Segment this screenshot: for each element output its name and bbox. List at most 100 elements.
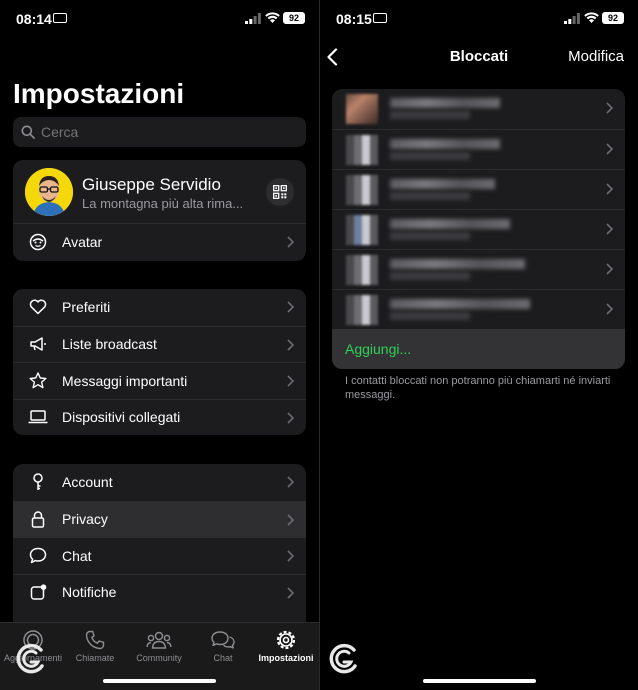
- contact-avatar-blurred: [346, 175, 378, 205]
- chevron-right-icon: [287, 236, 294, 248]
- contact-name-blurred: [390, 299, 530, 309]
- blocked-contact-row[interactable]: [332, 89, 625, 129]
- chats-icon: [192, 627, 254, 653]
- star-icon: [26, 372, 50, 389]
- lock-icon: [26, 511, 50, 528]
- blocked-contact-row[interactable]: [332, 249, 625, 289]
- settings-item-label: Avatar: [62, 233, 103, 250]
- tab-label: Chiamate: [75, 653, 115, 663]
- contact-subtitle-blurred: [390, 111, 470, 119]
- watermark-logo-icon: [329, 643, 357, 674]
- settings-group-2: Preferiti Liste broadcast Messaggi impor…: [13, 289, 306, 435]
- settings-item-label: Account: [62, 474, 113, 491]
- chevron-right-icon: [606, 102, 613, 114]
- status-bar: 08:15 92: [320, 10, 638, 30]
- watermark-logo-icon: [16, 643, 44, 674]
- contact-subtitle-blurred: [390, 152, 470, 160]
- tab-label: Impostazioni: [258, 653, 314, 663]
- search-icon: [21, 125, 35, 139]
- key-icon: [26, 473, 50, 491]
- qr-code-button[interactable]: [266, 178, 294, 206]
- notification-icon: [26, 584, 50, 601]
- screen-mirroring-icon: [373, 13, 387, 23]
- contact-avatar-blurred: [346, 94, 378, 124]
- blocked-contact-row[interactable]: [332, 209, 625, 249]
- settings-item-label: Chat: [62, 547, 92, 564]
- status-time: 08:14: [16, 11, 52, 27]
- profile-row[interactable]: Giuseppe Servidio La montagna più alta r…: [13, 160, 306, 223]
- chevron-right-icon: [606, 223, 613, 235]
- settings-item-privacy[interactable]: Privacy: [13, 500, 306, 537]
- contact-subtitle-blurred: [390, 232, 470, 240]
- wifi-icon: [265, 12, 280, 23]
- contact-subtitle-blurred: [390, 272, 470, 280]
- blocked-contact-row[interactable]: [332, 169, 625, 209]
- blocked-footnote: I contatti bloccati non potranno più chi…: [345, 375, 611, 401]
- settings-item-label: Messaggi importanti: [62, 372, 188, 389]
- settings-item-dispositivi-collegati[interactable]: Dispositivi collegati: [13, 398, 306, 436]
- search-input[interactable]: [41, 124, 281, 140]
- settings-item-account[interactable]: Account: [13, 464, 306, 501]
- profile-status: La montagna più alta rima...: [82, 196, 244, 211]
- chevron-right-icon: [287, 411, 294, 424]
- tab-chat[interactable]: Chat: [192, 627, 254, 663]
- megaphone-icon: [26, 336, 50, 352]
- contact-name-blurred: [390, 98, 500, 108]
- phone-icon: [64, 627, 126, 653]
- chevron-right-icon: [287, 550, 294, 562]
- search-bar[interactable]: [13, 117, 306, 147]
- tab-community[interactable]: Community: [128, 627, 190, 663]
- settings-item-label: Liste broadcast: [62, 336, 157, 353]
- contact-name-blurred: [390, 139, 500, 149]
- settings-icon: [255, 627, 317, 653]
- screen-mirroring-icon: [53, 13, 67, 23]
- community-icon: [128, 627, 190, 653]
- chevron-right-icon: [287, 301, 294, 313]
- chevron-right-icon: [606, 183, 613, 195]
- contact-avatar-blurred: [346, 215, 378, 245]
- profile-card: Giuseppe Servidio La montagna più alta r…: [13, 160, 306, 261]
- contact-name-blurred: [390, 179, 495, 189]
- contact-subtitle-blurred: [390, 312, 470, 320]
- blocked-contacts-screen: 08:15 92 Bloccati Modifica Aggiungi... I…: [320, 0, 638, 690]
- battery-indicator: 92: [602, 12, 624, 24]
- page-title: Impostazioni: [13, 78, 185, 109]
- settings-screen: 08:14 92 Impostazioni Cerca Giuseppe Ser…: [0, 0, 319, 690]
- tab-chiamate[interactable]: Chiamate: [64, 627, 126, 663]
- contact-name-blurred: [390, 259, 525, 269]
- chevron-right-icon: [606, 143, 613, 155]
- profile-name: Giuseppe Servidio: [82, 175, 221, 194]
- contact-avatar-blurred: [346, 295, 378, 325]
- chevron-right-icon: [287, 586, 294, 599]
- edit-button[interactable]: Modifica: [568, 48, 624, 65]
- chevron-right-icon: [287, 476, 294, 488]
- tab-label: Community: [136, 653, 182, 663]
- tab-impostazioni[interactable]: Impostazioni: [255, 627, 317, 663]
- signal-icon: [245, 13, 261, 24]
- settings-item-messaggi-importanti[interactable]: Messaggi importanti: [13, 362, 306, 399]
- settings-item-label: Preferiti: [62, 299, 111, 316]
- avatar-icon: [26, 233, 50, 251]
- wifi-icon: [584, 12, 599, 23]
- blocked-contact-row[interactable]: [332, 129, 625, 169]
- chat-bubble-icon: [26, 547, 50, 564]
- navigation-bar: Bloccati Modifica: [320, 44, 638, 70]
- settings-item-label: Dispositivi collegati: [62, 409, 181, 426]
- blocked-contact-row[interactable]: [332, 289, 625, 329]
- add-blocked-contact-button[interactable]: Aggiungi...: [332, 329, 625, 369]
- settings-item-liste-broadcast[interactable]: Liste broadcast: [13, 325, 306, 363]
- settings-item-notifiche[interactable]: Notifiche: [13, 573, 306, 611]
- chevron-right-icon: [606, 303, 613, 315]
- tab-label: Chat: [213, 653, 233, 663]
- heart-icon: [26, 299, 50, 315]
- home-indicator: [423, 679, 536, 683]
- settings-item-preferiti[interactable]: Preferiti: [13, 289, 306, 326]
- home-indicator: [103, 679, 216, 683]
- contact-avatar-blurred: [346, 135, 378, 165]
- avatar: [25, 168, 73, 216]
- settings-item-avatar[interactable]: Avatar: [13, 223, 306, 260]
- settings-item-chat[interactable]: Chat: [13, 537, 306, 574]
- settings-item-label: Privacy: [62, 511, 108, 528]
- battery-indicator: 92: [283, 12, 305, 24]
- settings-item-label: Notifiche: [62, 584, 117, 601]
